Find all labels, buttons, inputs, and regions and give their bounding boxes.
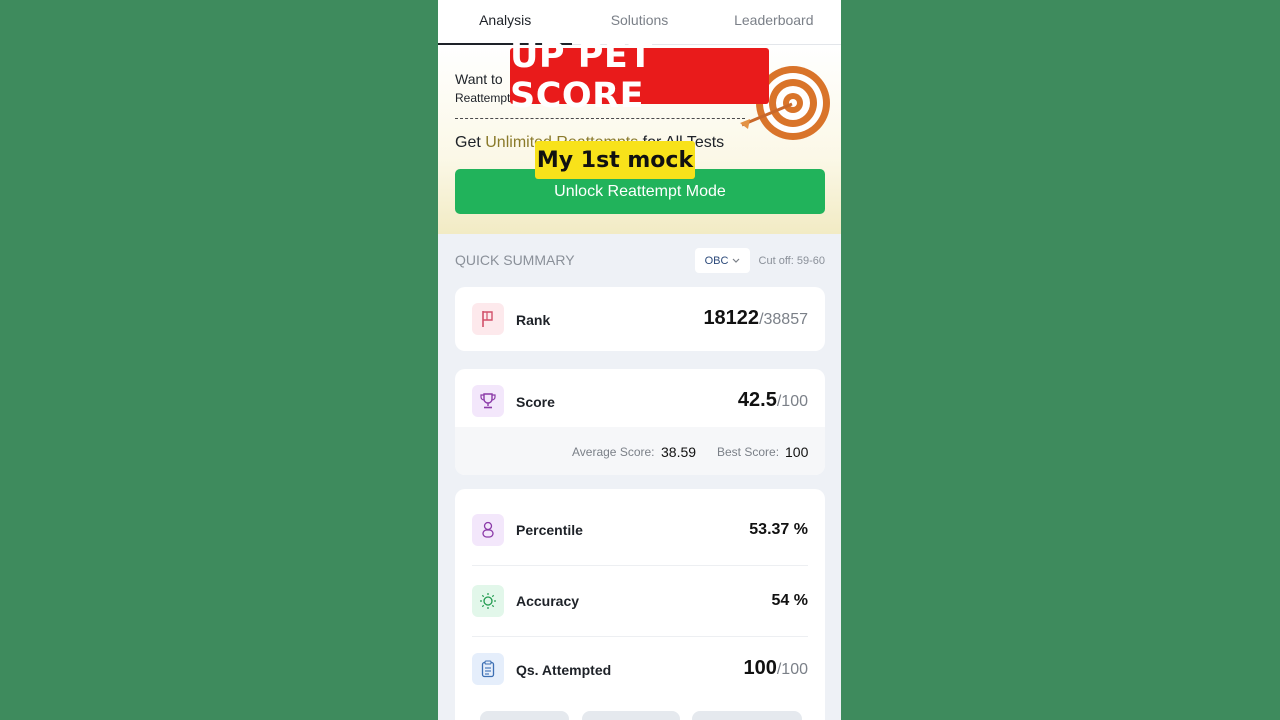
caption-overlay: My 1st mock	[535, 141, 695, 179]
rank-label: Rank	[516, 312, 551, 328]
rank-value: 18122/38857	[703, 307, 808, 330]
cutoff-text: Cut off: 59-60	[759, 255, 825, 267]
attempted-total: /100	[776, 661, 808, 678]
percentile-value: 53.37 %	[749, 521, 808, 538]
score-total: /100	[776, 393, 808, 410]
clipboard-icon	[472, 653, 504, 685]
stats-card: Percentile 53.37 % Accuracy 54 % Qs. Att…	[455, 489, 825, 720]
attempted-label: Qs. Attempted	[516, 662, 612, 678]
category-dropdown[interactable]: OBC	[695, 248, 750, 273]
chevron-down-icon	[732, 258, 740, 263]
score-number: 42.5	[737, 389, 777, 411]
average-score-value: 38.59	[661, 444, 697, 460]
best-score-label: Best Score:	[717, 445, 780, 459]
sun-icon	[472, 585, 504, 617]
score-label: Score	[516, 394, 555, 410]
promo-divider	[455, 118, 745, 119]
score-value: 42.5/100	[738, 389, 808, 412]
attempted-row: Qs. Attempted 100/100	[455, 637, 825, 707]
quick-summary-header: QUICK SUMMARY OBC Cut off: 59-60	[455, 248, 825, 274]
person-icon	[472, 514, 504, 546]
category-value: OBC	[704, 254, 729, 267]
accuracy-label: Accuracy	[516, 593, 580, 609]
promo-get-prefix: Get	[455, 134, 481, 151]
cutoff-value: 59-60	[796, 255, 825, 267]
attempted-number: 100	[743, 657, 777, 679]
rank-number: 18122	[703, 307, 760, 329]
score-card: Score 42.5/100 Average Score: 38.59 Best…	[455, 369, 825, 475]
score-stats: Average Score: 38.59 Best Score: 100	[455, 427, 825, 475]
average-score-label: Average Score:	[572, 445, 655, 459]
background-left	[0, 0, 438, 720]
headline-overlay: UP PET SCORE	[510, 36, 769, 116]
cutoff-label: Cut off:	[758, 255, 794, 267]
quick-summary-title: QUICK SUMMARY	[455, 252, 575, 268]
rank-row: Rank 18122/38857	[455, 287, 825, 351]
flag-icon	[472, 303, 504, 335]
accuracy-row: Accuracy 54 %	[455, 566, 825, 636]
rank-total: /38857	[759, 311, 808, 328]
breakdown-chip-3[interactable]	[692, 711, 802, 720]
percentile-label: Percentile	[516, 522, 583, 538]
score-row: Score 42.5/100	[455, 369, 825, 433]
rank-card: Rank 18122/38857	[455, 287, 825, 351]
trophy-icon	[472, 385, 504, 417]
breakdown-chip-2[interactable]	[582, 711, 680, 720]
attempted-value: 100/100	[743, 657, 808, 680]
percentile-row: Percentile 53.37 %	[455, 489, 825, 565]
best-score-value: 100	[785, 444, 809, 460]
accuracy-value: 54 %	[771, 592, 808, 609]
background-right	[841, 0, 1280, 720]
breakdown-chip-1[interactable]	[480, 711, 569, 720]
